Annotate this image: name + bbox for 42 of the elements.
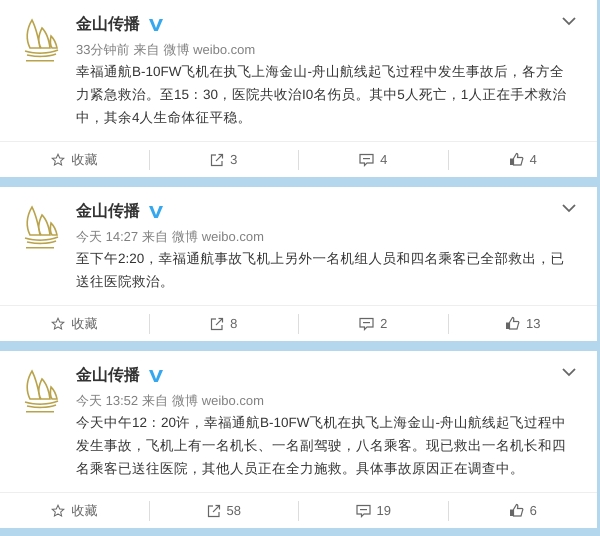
author-name[interactable]: 金山传播 (76, 200, 140, 224)
repost-button[interactable]: 3 (210, 150, 238, 170)
star-icon (51, 316, 66, 330)
thumbs-up-icon (505, 316, 520, 331)
author-name[interactable]: 金山传播 (76, 13, 140, 37)
post-time[interactable]: 今天 14:27 (76, 228, 138, 246)
thumbs-up-icon (508, 503, 524, 518)
star-icon (51, 152, 66, 166)
comment-button[interactable]: 2 (359, 314, 388, 334)
like-button[interactable]: 4 (508, 150, 537, 170)
chevron-down-icon[interactable] (561, 16, 577, 26)
favorite-button[interactable]: 收藏 (51, 150, 98, 170)
comment-button[interactable]: 19 (356, 500, 391, 520)
repost-button[interactable]: 8 (210, 314, 238, 334)
source-prefix: 来自 (142, 392, 168, 410)
repost-button[interactable]: 58 (206, 500, 241, 520)
comment-icon (356, 504, 371, 518)
post-time[interactable]: 33分钟前 (76, 41, 130, 59)
post-text: 至下午2:20，幸福通航事故飞机上另外一名机组人员和四名乘客已全部救出，已 送往医院救治。 (76, 250, 566, 291)
source-link[interactable]: 微博 weibo.com (163, 41, 256, 59)
like-button[interactable]: 13 (505, 314, 540, 334)
post-text: 幸福通航B-10FW飞机在执飞上海金山-舟山航线起飞过程中发生事故后，各方全 力紧急救治。至15：30，医院共收治I0名伤员。其中5人死亡，1人正在手术救治 中，其余4人生命体征平稳。 (76, 63, 568, 127)
source-link[interactable]: 微博 weibo.com (172, 392, 264, 410)
source-prefix: 来自 (133, 41, 160, 59)
comment-button[interactable]: 4 (359, 150, 388, 170)
comment-icon (359, 152, 374, 166)
share-icon (210, 316, 224, 330)
source-link[interactable]: 微博 weibo.com (172, 228, 264, 246)
comment-icon (359, 316, 374, 330)
chevron-down-icon[interactable] (561, 203, 577, 213)
thumbs-up-icon (508, 152, 524, 167)
author-name[interactable]: 金山传播 (76, 364, 140, 388)
chevron-down-icon[interactable] (561, 367, 577, 377)
favorite-button[interactable]: 收藏 (51, 314, 98, 334)
favorite-button[interactable]: 收藏 (51, 500, 98, 520)
like-button[interactable]: 6 (508, 500, 537, 520)
share-icon (206, 504, 221, 518)
share-icon (210, 152, 224, 166)
star-icon (51, 504, 66, 518)
post-time[interactable]: 今天 13:52 (76, 392, 138, 410)
source-prefix: 来自 (142, 228, 168, 246)
post-text: 今天中午12：20许，幸福通航B-10FW飞机在执飞上海金山-舟山航线起飞过程中 发生事故，飞机上有一名机长、一名副驾驶，八名乘客。现已救出一名机长和四 名乘客已送往医院，其他人员正在全力施救。具体事故原因正在调查中。 (76, 414, 568, 478)
